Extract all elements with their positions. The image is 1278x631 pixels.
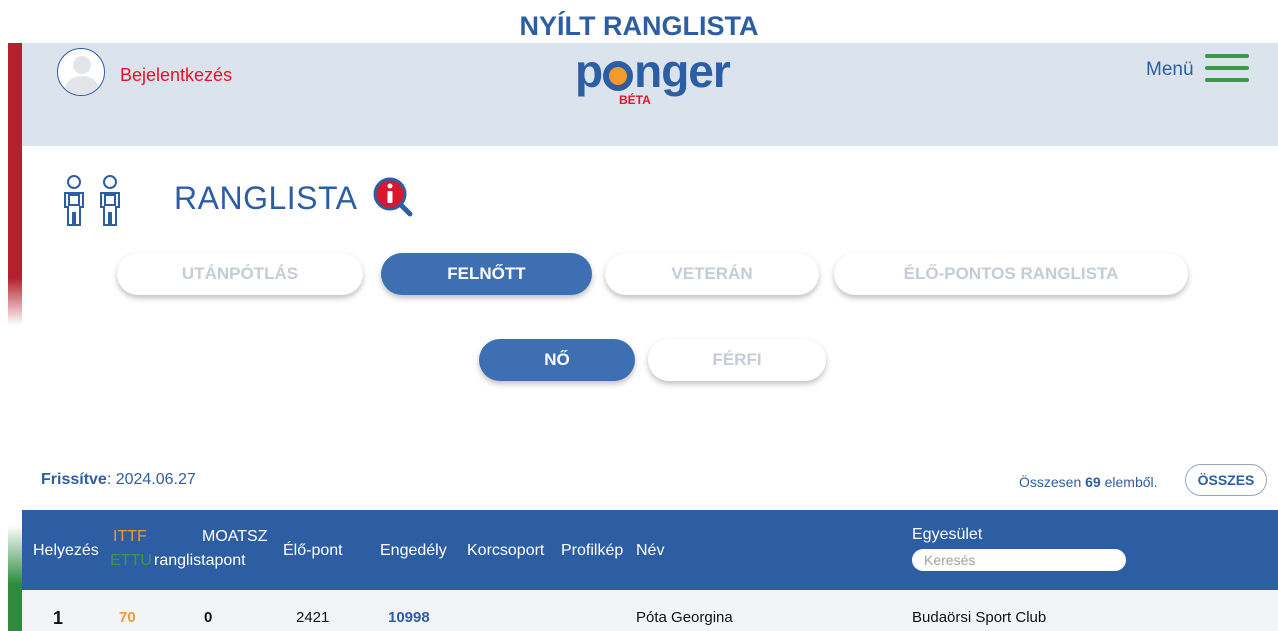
tab-ferfi[interactable]: FÉRFI [648, 339, 826, 381]
cell-moatsz: 0 [204, 609, 213, 626]
col-nev[interactable]: Név [636, 542, 664, 560]
col-elo-pont[interactable]: Élő-pont [283, 542, 343, 560]
tab-felnott[interactable]: FELNŐTT [381, 253, 592, 295]
cell-engedely[interactable]: 10998 [388, 609, 430, 626]
col-egyesulet[interactable]: Egyesület [912, 526, 982, 544]
logo-beta-label: BÉTA [619, 93, 651, 107]
cell-nev[interactable]: Póta Georgina [636, 609, 733, 626]
login-link[interactable]: Bejelentkezés [120, 65, 232, 86]
col-moatsz[interactable]: MOATSZ [202, 528, 267, 546]
col-ettu[interactable]: ETTU [110, 552, 152, 570]
updated-date: Frissítve: 2024.06.27 [41, 471, 196, 488]
page-title: NYÍLT RANGLISTA [519, 11, 759, 41]
col-ittf[interactable]: ITTF [113, 528, 147, 546]
avatar-icon[interactable] [57, 48, 105, 96]
tab-no[interactable]: NŐ [479, 339, 635, 381]
total-count: Összesen 69 elemből. [1019, 474, 1158, 490]
tab-elo-pontos-ranglista[interactable]: ÉLŐ-PONTOS RANGLISTA [834, 253, 1188, 295]
col-engedely[interactable]: Engedély [380, 542, 447, 560]
table-row[interactable]: 1 70 0 2421 10998 Póta Georgina Budaörsi… [22, 590, 1278, 631]
club-search-input[interactable] [912, 549, 1126, 571]
table-header: Helyezés ITTF ETTU MOATSZ ranglistapont … [22, 510, 1278, 590]
cell-helyezes: 1 [53, 608, 64, 628]
col-korcsoport[interactable]: Korcsoport [467, 542, 544, 560]
hamburger-menu-icon[interactable] [1205, 54, 1249, 82]
col-profilkep[interactable]: Profilkép [561, 542, 623, 560]
cell-ittf: 70 [119, 609, 136, 626]
flag-strip [8, 43, 22, 631]
site-header: Bejelentkezés p nger BÉTA Menü [22, 43, 1278, 146]
all-button[interactable]: ÖSSZES [1185, 464, 1267, 496]
menu-label[interactable]: Menü [1146, 59, 1194, 81]
tab-veteran[interactable]: VETERÁN [605, 253, 819, 295]
ranking-title: RANGLISTA [174, 180, 358, 216]
tab-utanpotlas[interactable]: UTÁNPÓTLÁS [117, 253, 363, 295]
col-moatsz-sub[interactable]: ranglistapont [154, 552, 246, 570]
cell-elo-pont: 2421 [296, 609, 330, 626]
col-helyezes[interactable]: Helyezés [33, 542, 99, 560]
ponger-logo[interactable]: p nger BÉTA [575, 46, 735, 116]
info-search-icon[interactable] [372, 176, 416, 220]
players-icon [62, 175, 132, 227]
cell-egyesulet[interactable]: Budaörsi Sport Club [912, 609, 1046, 626]
